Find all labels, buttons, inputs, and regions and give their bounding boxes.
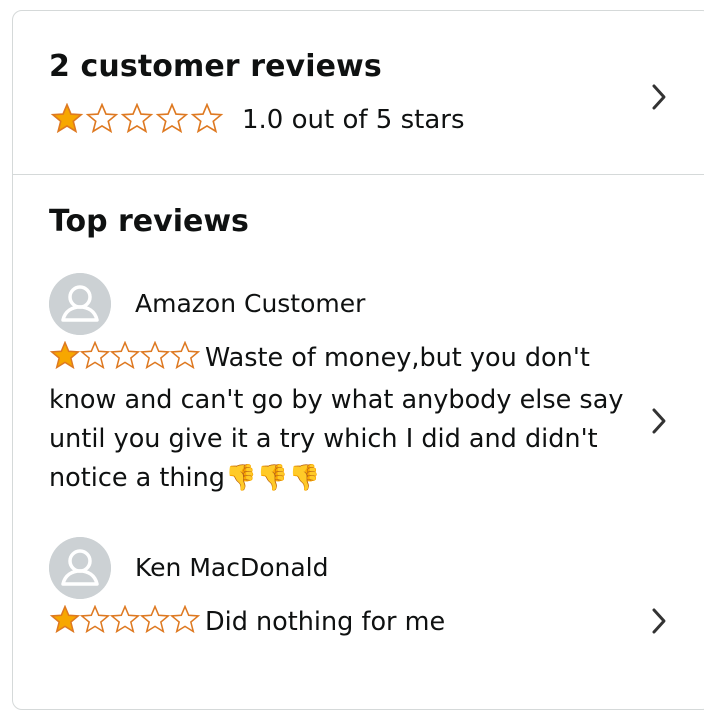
star-empty-icon <box>189 103 225 133</box>
summary-rating: 1.0 out of 5 stars <box>49 103 465 137</box>
star-filled-icon <box>49 605 81 633</box>
star-empty-icon <box>109 605 141 633</box>
star-empty-icon <box>109 341 141 369</box>
star-empty-icon <box>154 103 190 133</box>
chevron-right-icon[interactable] <box>651 83 667 111</box>
user-avatar-icon <box>49 537 111 599</box>
review-item[interactable]: Amazon Customer Waste of money,but you d… <box>49 273 629 498</box>
star-empty-icon <box>169 605 201 633</box>
customer-reviews-count: 2 customer reviews <box>49 49 382 84</box>
user-avatar-icon <box>49 273 111 335</box>
top-reviews-heading: Top reviews <box>49 204 249 239</box>
review-body: Did nothing for me <box>49 603 629 645</box>
star-empty-icon <box>119 103 155 133</box>
review-header: Amazon Customer <box>49 273 629 335</box>
star-filled-icon <box>49 341 81 369</box>
summary-stars <box>49 103 224 137</box>
reviewer-name: Amazon Customer <box>135 289 366 318</box>
star-empty-icon <box>84 103 120 133</box>
star-empty-icon <box>139 341 171 369</box>
review-body: Waste of money,but you don't know and ca… <box>49 339 629 498</box>
reviewer-name: Ken MacDonald <box>135 553 329 582</box>
star-filled-icon <box>49 103 85 133</box>
review-stars <box>49 341 199 381</box>
star-empty-icon <box>139 605 171 633</box>
star-empty-icon <box>169 341 201 369</box>
star-empty-icon <box>79 341 111 369</box>
reviews-summary-row[interactable]: 2 customer reviews 1.0 out of 5 stars <box>13 11 704 175</box>
thumbs-down-emoji: 👎👎👎 <box>225 463 321 493</box>
review-stars <box>49 605 199 645</box>
star-empty-icon <box>79 605 111 633</box>
review-item[interactable]: Ken MacDonald Did nothing for me <box>49 537 629 645</box>
chevron-right-icon[interactable] <box>651 607 667 635</box>
review-text: Did nothing for me <box>205 607 446 637</box>
chevron-right-icon[interactable] <box>651 407 667 435</box>
review-header: Ken MacDonald <box>49 537 629 599</box>
rating-text: 1.0 out of 5 stars <box>242 105 465 135</box>
reviews-card: 2 customer reviews 1.0 out of 5 stars To… <box>12 10 704 710</box>
